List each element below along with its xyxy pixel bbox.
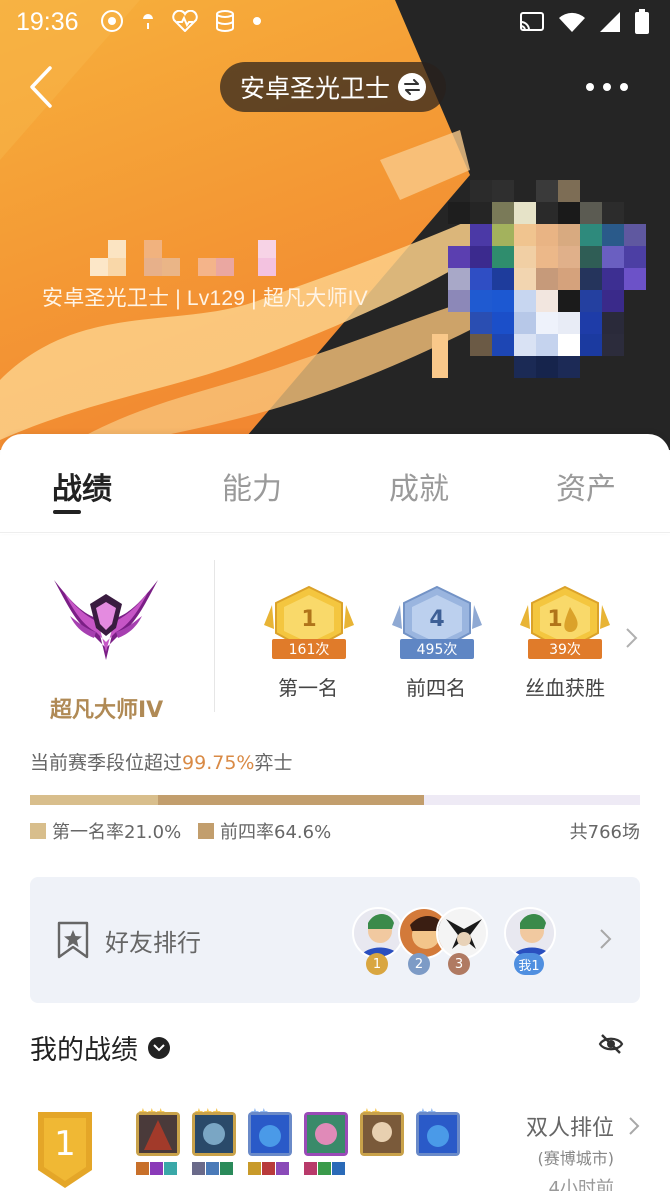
- badge-number: 1: [547, 607, 563, 632]
- season-percent: 99.75%: [182, 752, 255, 774]
- champion-portrait: [248, 1112, 292, 1156]
- friend-avatar: [436, 907, 488, 959]
- legend-label: 第一名率21.0%: [52, 822, 182, 843]
- more-dot-icon: [620, 83, 628, 91]
- rank-emblem-icon: [54, 580, 158, 660]
- visibility-off-icon[interactable]: [598, 1032, 624, 1056]
- swap-icon: [398, 73, 426, 101]
- champion-portrait: [136, 1112, 180, 1156]
- season-suffix: 弈士: [254, 752, 293, 774]
- account-switcher[interactable]: 安卓圣光卫士: [220, 62, 446, 112]
- badge-count: 161次: [288, 642, 330, 658]
- active-tab-indicator: [53, 510, 81, 514]
- item-row: [248, 1162, 289, 1176]
- top4-rate-segment: [158, 795, 424, 805]
- chevron-right-icon: [629, 1117, 640, 1135]
- badge-label: 丝血获胜: [525, 676, 605, 700]
- legend-swatch: [30, 823, 46, 839]
- friend-avatar: [352, 907, 404, 959]
- avatar[interactable]: [432, 160, 652, 400]
- match-time: 4小时前: [548, 1178, 614, 1191]
- wifi-icon: [559, 12, 585, 32]
- vertical-divider: [214, 560, 215, 712]
- tab-bar: 战绩 能力 成就 资产: [0, 434, 670, 534]
- champion-portrait: [360, 1112, 404, 1156]
- legend-first-rate: 第一名率21.0%: [30, 818, 181, 844]
- friend-rank-badge: 3: [448, 953, 470, 975]
- tab-achievements[interactable]: 成就: [389, 464, 449, 508]
- champion-portrait: [304, 1112, 348, 1156]
- pixelated-nickname: [90, 240, 276, 276]
- my-records-title: 我的战绩: [30, 1035, 138, 1066]
- signal-icon: [600, 12, 620, 32]
- game-mode: 双人排位: [525, 1116, 614, 1141]
- my-rank-badge: 我1: [514, 953, 544, 975]
- divider: [0, 532, 670, 533]
- back-button[interactable]: [24, 64, 64, 110]
- profile-summary: 安卓圣光卫士 | Lv129 | 超凡大师IV: [42, 287, 368, 310]
- badge-count: 495次: [416, 642, 458, 658]
- first-rate-segment: [30, 795, 158, 805]
- season-percentile: 当前赛季段位超过99.75%弈士: [30, 748, 292, 775]
- health-icon: [172, 10, 198, 32]
- chevron-left-icon: [30, 66, 52, 108]
- season-prefix: 当前赛季段位超过: [30, 752, 183, 774]
- item-row: [304, 1162, 345, 1176]
- my-records-header[interactable]: 我的战绩: [30, 1028, 170, 1067]
- bookmark-star-icon: [57, 921, 89, 959]
- badge-count: 39次: [549, 642, 581, 658]
- profile-header-banner: 19:36 安卓圣光卫士 安卓圣光卫士 | Lv129 | 超凡大师IV: [0, 0, 670, 450]
- more-options-button[interactable]: [586, 72, 630, 102]
- chevron-right-icon[interactable]: [624, 626, 640, 650]
- total-games: 共766场: [569, 822, 640, 843]
- item-row: [192, 1162, 233, 1176]
- battery-icon: [635, 9, 649, 34]
- badge-label: 前四名: [406, 676, 466, 700]
- tab-assets[interactable]: 资产: [556, 464, 616, 508]
- placement-number: 1: [54, 1124, 76, 1164]
- more-dot-icon: [586, 83, 594, 91]
- badge-number: 4: [429, 607, 445, 632]
- weather-icon: [143, 14, 153, 29]
- status-bar: 19:36: [0, 0, 670, 46]
- legend-label: 前四率64.6%: [220, 822, 332, 843]
- friends-ranking-card[interactable]: 好友排行 1 2 3 我1: [30, 877, 640, 1003]
- champion-portrait: [416, 1112, 460, 1156]
- page-title: 安卓圣光卫士: [239, 74, 390, 103]
- dot-icon: [253, 17, 261, 25]
- friend-rank-badge: 2: [408, 953, 430, 975]
- cast-icon: [520, 12, 544, 31]
- friends-ranking-title: 好友排行: [105, 929, 201, 957]
- legend-swatch: [198, 823, 214, 839]
- legend-top4-rate: 前四率64.6%: [198, 818, 331, 844]
- first-place-badge[interactable]: 1 161次: [264, 585, 354, 665]
- badge-label: 第一名: [278, 676, 338, 700]
- placement-rate-bar: [30, 795, 640, 805]
- game-set-name: (赛博城市): [537, 1149, 615, 1168]
- badge-number: 1: [301, 607, 317, 632]
- app-notification-icon: [101, 10, 123, 32]
- rank-name: 超凡大师IV: [50, 698, 164, 723]
- tab-records[interactable]: 战绩: [52, 464, 112, 508]
- chevron-right-icon: [600, 929, 612, 949]
- status-time: 19:36: [16, 8, 79, 36]
- champion-portrait: [192, 1112, 236, 1156]
- low-hp-win-badge[interactable]: 1 39次: [520, 585, 610, 665]
- item-row: [136, 1162, 177, 1176]
- database-icon: [216, 10, 234, 32]
- my-avatar: [504, 907, 556, 959]
- tab-ability[interactable]: 能力: [222, 464, 282, 508]
- chevron-down-icon: [148, 1036, 170, 1059]
- more-dot-icon: [603, 83, 611, 91]
- top-four-badge[interactable]: 4 495次: [392, 585, 482, 665]
- friend-rank-badge: 1: [366, 953, 388, 975]
